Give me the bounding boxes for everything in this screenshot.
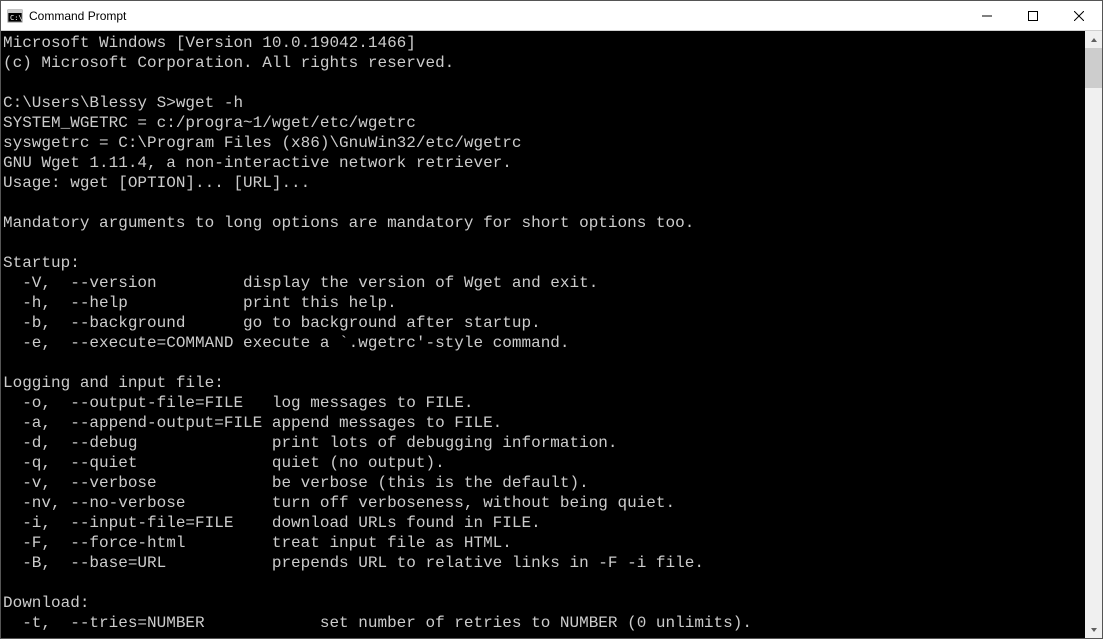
option-line: -q, --quiet quiet (no output). (3, 453, 1085, 473)
maximize-button[interactable] (1010, 1, 1056, 30)
output-line: syswgetrc = C:\Program Files (x86)\GnuWi… (3, 133, 1085, 153)
option-line: -h, --help print this help. (3, 293, 1085, 313)
content-area: Microsoft Windows [Version 10.0.19042.14… (1, 31, 1102, 638)
option-line: -F, --force-html treat input file as HTM… (3, 533, 1085, 553)
option-line: -B, --base=URL prepends URL to relative … (3, 553, 1085, 573)
command-prompt-window: C:\ Command Prompt Microsoft Windows [Ve… (0, 0, 1103, 639)
terminal-output[interactable]: Microsoft Windows [Version 10.0.19042.14… (1, 31, 1085, 638)
option-line: -i, --input-file=FILE download URLs foun… (3, 513, 1085, 533)
output-line: Mandatory arguments to long options are … (3, 213, 1085, 233)
option-line: -t, --tries=NUMBER set number of retries… (3, 613, 1085, 633)
header-line: (c) Microsoft Corporation. All rights re… (3, 53, 1085, 73)
option-line: -nv, --no-verbose turn off verboseness, … (3, 493, 1085, 513)
vertical-scrollbar[interactable] (1085, 31, 1102, 638)
scroll-up-arrow[interactable] (1085, 31, 1102, 48)
blank-line (3, 353, 1085, 373)
option-line: -V, --version display the version of Wge… (3, 273, 1085, 293)
option-line: -a, --append-output=FILE append messages… (3, 413, 1085, 433)
option-line: -o, --output-file=FILE log messages to F… (3, 393, 1085, 413)
window-controls (964, 1, 1102, 30)
minimize-button[interactable] (964, 1, 1010, 30)
svg-text:C:\: C:\ (10, 14, 23, 22)
option-line: -b, --background go to background after … (3, 313, 1085, 333)
header-line (3, 73, 1085, 93)
section-title: Logging and input file: (3, 373, 1085, 393)
section-title: Startup: (3, 253, 1085, 273)
header-line: Microsoft Windows [Version 10.0.19042.14… (3, 33, 1085, 53)
section-title: Download: (3, 593, 1085, 613)
scroll-thumb[interactable] (1085, 48, 1102, 88)
option-line: -v, --verbose be verbose (this is the de… (3, 473, 1085, 493)
prompt: C:\Users\Blessy S> (3, 94, 176, 112)
window-title: Command Prompt (29, 9, 126, 23)
scroll-down-arrow[interactable] (1085, 621, 1102, 638)
close-button[interactable] (1056, 1, 1102, 30)
option-line: -e, --execute=COMMAND execute a `.wgetrc… (3, 333, 1085, 353)
output-line: GNU Wget 1.11.4, a non-interactive netwo… (3, 153, 1085, 173)
entered-command: wget -h (176, 94, 243, 112)
app-icon: C:\ (7, 8, 23, 24)
option-line: -d, --debug print lots of debugging info… (3, 433, 1085, 453)
output-line: Usage: wget [OPTION]... [URL]... (3, 173, 1085, 193)
output-line (3, 233, 1085, 253)
output-line: SYSTEM_WGETRC = c:/progra~1/wget/etc/wge… (3, 113, 1085, 133)
blank-line (3, 573, 1085, 593)
output-line (3, 193, 1085, 213)
titlebar[interactable]: C:\ Command Prompt (1, 1, 1102, 31)
prompt-line: C:\Users\Blessy S>wget -h (3, 93, 1085, 113)
